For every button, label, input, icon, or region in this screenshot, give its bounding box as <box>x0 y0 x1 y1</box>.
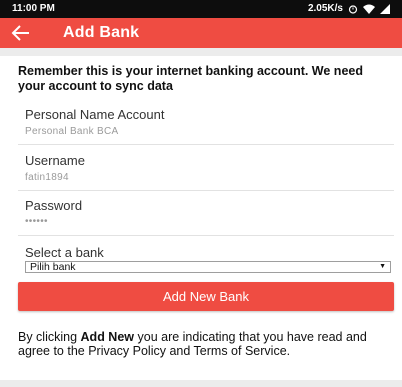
select-bank-label: Select a bank <box>25 245 104 260</box>
alarm-icon <box>348 4 358 14</box>
field-divider <box>18 190 394 191</box>
status-time: 11:00 PM <box>12 3 55 14</box>
terms-text: By clicking Add New you are indicating t… <box>18 330 396 358</box>
app-bar: Add Bank <box>0 18 402 48</box>
bank-select[interactable]: Pilih bank ▼ <box>25 261 391 273</box>
status-bar: 11:00 PM 2.05K/s <box>0 0 402 18</box>
page-title: Add Bank <box>63 24 140 41</box>
username-input[interactable]: fatin1894 <box>25 172 69 183</box>
field-divider <box>18 144 394 145</box>
field-divider <box>18 235 394 236</box>
personal-name-account-input[interactable]: Personal Bank BCA <box>25 126 118 137</box>
network-speed: 2.05K/s <box>307 3 343 14</box>
bank-select-value: Pilih bank <box>30 261 76 273</box>
password-input[interactable]: •••••• <box>25 216 48 227</box>
intro-text: Remember this is your internet banking a… <box>18 64 363 93</box>
bottom-divider <box>0 380 402 387</box>
signal-icon <box>380 3 390 14</box>
username-label: Username <box>25 153 85 168</box>
status-indicators: 2.05K/s <box>308 3 390 14</box>
personal-name-account-label: Personal Name Account <box>25 107 165 122</box>
password-label: Password <box>25 198 83 213</box>
top-divider <box>0 48 402 56</box>
back-arrow-icon[interactable] <box>10 23 32 43</box>
wifi-icon <box>363 4 375 14</box>
add-new-bank-button[interactable]: Add New Bank <box>18 282 394 311</box>
terms-emphasis: Add New <box>80 330 135 344</box>
dropdown-arrow-icon: ▼ <box>379 263 386 270</box>
terms-prefix: By clicking <box>18 330 81 344</box>
